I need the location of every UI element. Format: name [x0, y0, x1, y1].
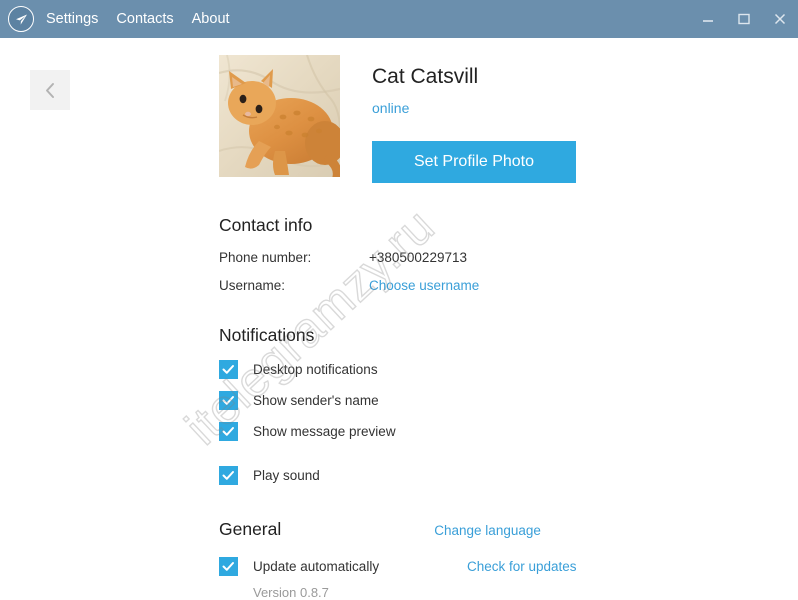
show-message-preview-label: Show message preview	[253, 424, 396, 440]
contact-info-title: Contact info	[219, 215, 313, 236]
check-icon	[222, 365, 234, 374]
show-sender-name-checkbox[interactable]	[219, 391, 238, 411]
avatar[interactable]	[219, 55, 340, 177]
play-sound-checkbox[interactable]	[219, 466, 238, 486]
show-message-preview-checkbox[interactable]	[219, 422, 238, 442]
title-bar: Settings Contacts About	[0, 0, 798, 38]
update-automatically-checkbox[interactable]	[219, 557, 238, 577]
menu-item-settings[interactable]: Settings	[46, 0, 98, 38]
window-controls	[690, 0, 798, 38]
phone-number-value: +380500229713	[369, 250, 467, 266]
username-label: Username:	[219, 278, 286, 294]
maximize-button[interactable]	[726, 0, 762, 38]
notifications-title: Notifications	[219, 325, 315, 346]
back-button[interactable]	[30, 70, 70, 110]
show-sender-name-row[interactable]: Show sender's name	[219, 391, 739, 411]
close-button[interactable]	[762, 0, 798, 38]
app-logo-icon	[8, 6, 34, 32]
play-sound-row[interactable]: Play sound	[219, 466, 739, 486]
profile-header: Cat Catsvill online Set Profile Photo	[219, 55, 739, 184]
show-message-preview-row[interactable]: Show message preview	[219, 422, 739, 442]
change-language-link[interactable]: Change language	[434, 523, 541, 538]
set-profile-photo-button[interactable]: Set Profile Photo	[372, 141, 576, 184]
desktop-notifications-checkbox[interactable]	[219, 360, 238, 380]
settings-content: Cat Catsvill online Set Profile Photo Co…	[219, 55, 739, 600]
desktop-notifications-label: Desktop notifications	[253, 362, 378, 378]
version-label: Version 0.8.7	[253, 585, 329, 600]
choose-username-link[interactable]: Choose username	[369, 278, 479, 293]
general-title: General	[219, 519, 282, 540]
update-automatically-label: Update automatically	[253, 559, 380, 575]
menu-item-contacts[interactable]: Contacts	[116, 0, 173, 38]
profile-status: online	[372, 100, 410, 117]
show-sender-name-label: Show sender's name	[253, 393, 379, 409]
phone-number-label: Phone number:	[219, 250, 312, 266]
menu-item-about[interactable]: About	[192, 0, 230, 38]
phone-number-row: Phone number: +380500229713	[219, 250, 739, 265]
minimize-button[interactable]	[690, 0, 726, 38]
username-row: Username: Choose username	[219, 278, 739, 293]
main-menu: Settings Contacts About	[46, 0, 230, 38]
desktop-notifications-row[interactable]: Desktop notifications	[219, 360, 739, 380]
profile-name: Cat Catsvill	[372, 65, 479, 88]
profile-details: Cat Catsvill online Set Profile Photo	[372, 55, 576, 184]
check-icon	[222, 427, 234, 436]
check-icon	[222, 471, 234, 480]
update-automatically-row[interactable]: Update automatically Check for updates	[219, 557, 739, 577]
general-header: General Change language	[219, 519, 739, 540]
check-for-updates-link[interactable]: Check for updates	[467, 559, 577, 574]
chevron-left-icon	[45, 82, 54, 98]
play-sound-label: Play sound	[253, 468, 320, 484]
check-icon	[222, 396, 234, 405]
check-icon	[222, 562, 234, 571]
